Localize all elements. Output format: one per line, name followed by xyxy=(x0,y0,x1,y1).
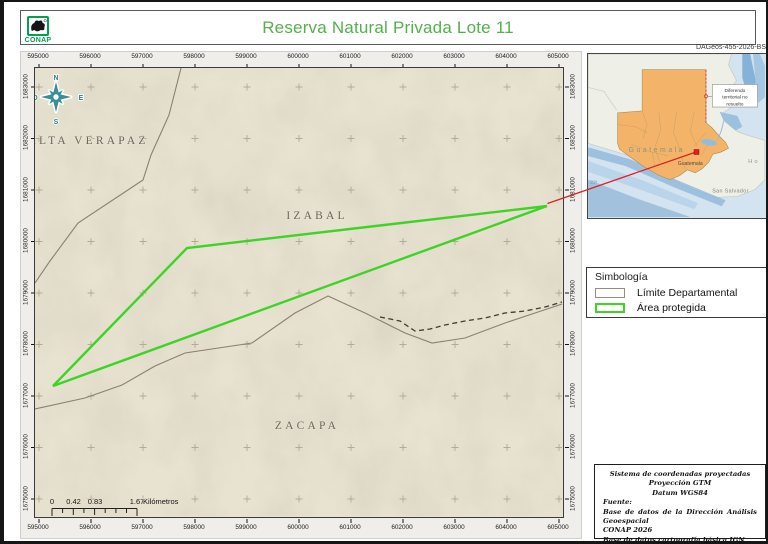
legend: Simbología Límite Departamental Área pro… xyxy=(586,267,767,318)
x-axis-label-bottom: 604000 xyxy=(486,524,526,532)
country-label-guatemala: Guatemala xyxy=(629,147,686,154)
source-line-1: Base de datos de la Dirección Análisis G… xyxy=(603,508,757,527)
x-axis-label-bottom: 603000 xyxy=(434,524,474,532)
y-axis-label-left: 1675000 xyxy=(22,476,31,520)
basemap-small-label: 22t xyxy=(589,180,597,186)
x-axis-label-bottom: 596000 xyxy=(70,524,110,532)
legend-title: Simbología xyxy=(595,271,766,283)
x-axis-label-top: 595000 xyxy=(18,53,58,61)
overview-inset-map: Diferendo territorial no resuelto Guatem… xyxy=(587,53,767,219)
x-axis-label-top: 596000 xyxy=(70,53,110,61)
scale-label-083: 0.83 xyxy=(88,497,103,506)
green-outline-swatch-icon xyxy=(595,303,625,313)
page-title: Reserva Natural Privada Lote 11 xyxy=(21,11,755,45)
y-axis-label-left: 1677000 xyxy=(22,373,31,417)
legend-item-label: Límite Departamental xyxy=(637,287,737,299)
x-axis-label-top: 600000 xyxy=(278,53,318,61)
source-line-3: Base de datos cartografía básica IGN 201… xyxy=(603,536,757,544)
crs-line: Sistema de coordenadas proyectadas xyxy=(603,470,757,479)
x-axis-label-top: 599000 xyxy=(226,53,266,61)
x-axis-label-bottom: 597000 xyxy=(122,524,162,532)
y-axis-label-right: 1675000 xyxy=(569,476,578,520)
x-axis-label-top: 604000 xyxy=(486,53,526,61)
x-axis-label-bottom: 605000 xyxy=(538,524,578,532)
region-label-zacapa: ZACAPA xyxy=(275,420,339,432)
y-axis-label-left: 1682000 xyxy=(22,116,31,160)
map-document-page: CONAP Reserva Natural Privada Lote 11 DA… xyxy=(0,0,768,544)
note-line-3: resuelto xyxy=(726,102,743,108)
y-axis-label-right: 1681000 xyxy=(569,167,578,211)
x-axis-label-top: 603000 xyxy=(434,53,474,61)
country-label-honduras-partial: Ho xyxy=(748,159,759,165)
scale-label-042: 0.42 xyxy=(66,497,81,506)
y-axis-label-right: 1676000 xyxy=(569,425,578,469)
credits-box: Sistema de coordenadas proyectadas Proye… xyxy=(594,464,766,539)
city-label-san-salvador: San Salvador xyxy=(712,188,749,194)
region-label-alta-verapaz: ALTA VERAPAZ xyxy=(35,135,149,147)
y-axis-label-left: 1678000 xyxy=(22,322,31,366)
compass-south-label: S xyxy=(54,119,59,126)
y-axis-label-right: 1678000 xyxy=(569,322,578,366)
y-axis-label-right: 1680000 xyxy=(569,219,578,263)
y-axis-label-right: 1679000 xyxy=(569,270,578,314)
document-code: DAGeos-455-2026-BS xyxy=(587,44,766,51)
source-line-2: CONAP 2026 xyxy=(603,526,757,535)
x-axis-label-top: 598000 xyxy=(174,53,214,61)
x-axis-label-top: 601000 xyxy=(330,53,370,61)
legend-item-label: Área protegida xyxy=(637,302,706,314)
inset-canvas: Diferendo territorial no resuelto Guatem… xyxy=(588,54,765,217)
y-axis-label-right: 1682000 xyxy=(569,116,578,160)
main-map: ALTA VERAPAZ IZABAL ZACAPA N E S O xyxy=(34,67,564,518)
x-axis-label-top: 602000 xyxy=(382,53,422,61)
x-axis-label-top: 605000 xyxy=(538,53,578,61)
x-axis-label-bottom: 599000 xyxy=(226,524,266,532)
x-axis-label-bottom: 595000 xyxy=(18,524,58,532)
x-axis-label-bottom: 600000 xyxy=(278,524,318,532)
x-axis-label-bottom: 601000 xyxy=(330,524,370,532)
region-label-izabal: IZABAL xyxy=(286,210,347,222)
legend-item-departmental-limit: Límite Departamental xyxy=(595,285,766,300)
header-bar: CONAP Reserva Natural Privada Lote 11 xyxy=(20,10,756,45)
legend-item-protected-area: Área protegida xyxy=(595,300,766,315)
y-axis-label-left: 1681000 xyxy=(22,167,31,211)
y-axis-label-left: 1683000 xyxy=(22,64,31,108)
datum-line: Datum WGS84 xyxy=(603,489,757,498)
note-line-1: Diferendo xyxy=(725,88,746,94)
compass-north-label: N xyxy=(53,75,58,82)
y-axis-label-left: 1676000 xyxy=(22,425,31,469)
compass-east-label: E xyxy=(79,95,84,102)
scale-unit-label: Kilómetros xyxy=(143,497,179,506)
y-axis-label-right: 1683000 xyxy=(569,64,578,108)
capital-label-guatemala: Guatemala xyxy=(678,161,703,167)
y-axis-label-left: 1679000 xyxy=(22,270,31,314)
y-axis-label-right: 1677000 xyxy=(569,373,578,417)
main-map-canvas: ALTA VERAPAZ IZABAL ZACAPA N E S O xyxy=(35,68,562,516)
note-line-2: territorial no xyxy=(722,95,748,101)
source-heading: Fuente: xyxy=(603,498,757,507)
gray-outline-swatch-icon xyxy=(595,288,625,298)
y-axis-label-left: 1680000 xyxy=(22,219,31,263)
projection-line: Proyección GTM xyxy=(603,479,757,488)
x-axis-label-bottom: 602000 xyxy=(382,524,422,532)
x-axis-label-top: 597000 xyxy=(122,53,162,61)
x-axis-label-bottom: 598000 xyxy=(174,524,214,532)
scale-label-0: 0 xyxy=(50,497,54,506)
